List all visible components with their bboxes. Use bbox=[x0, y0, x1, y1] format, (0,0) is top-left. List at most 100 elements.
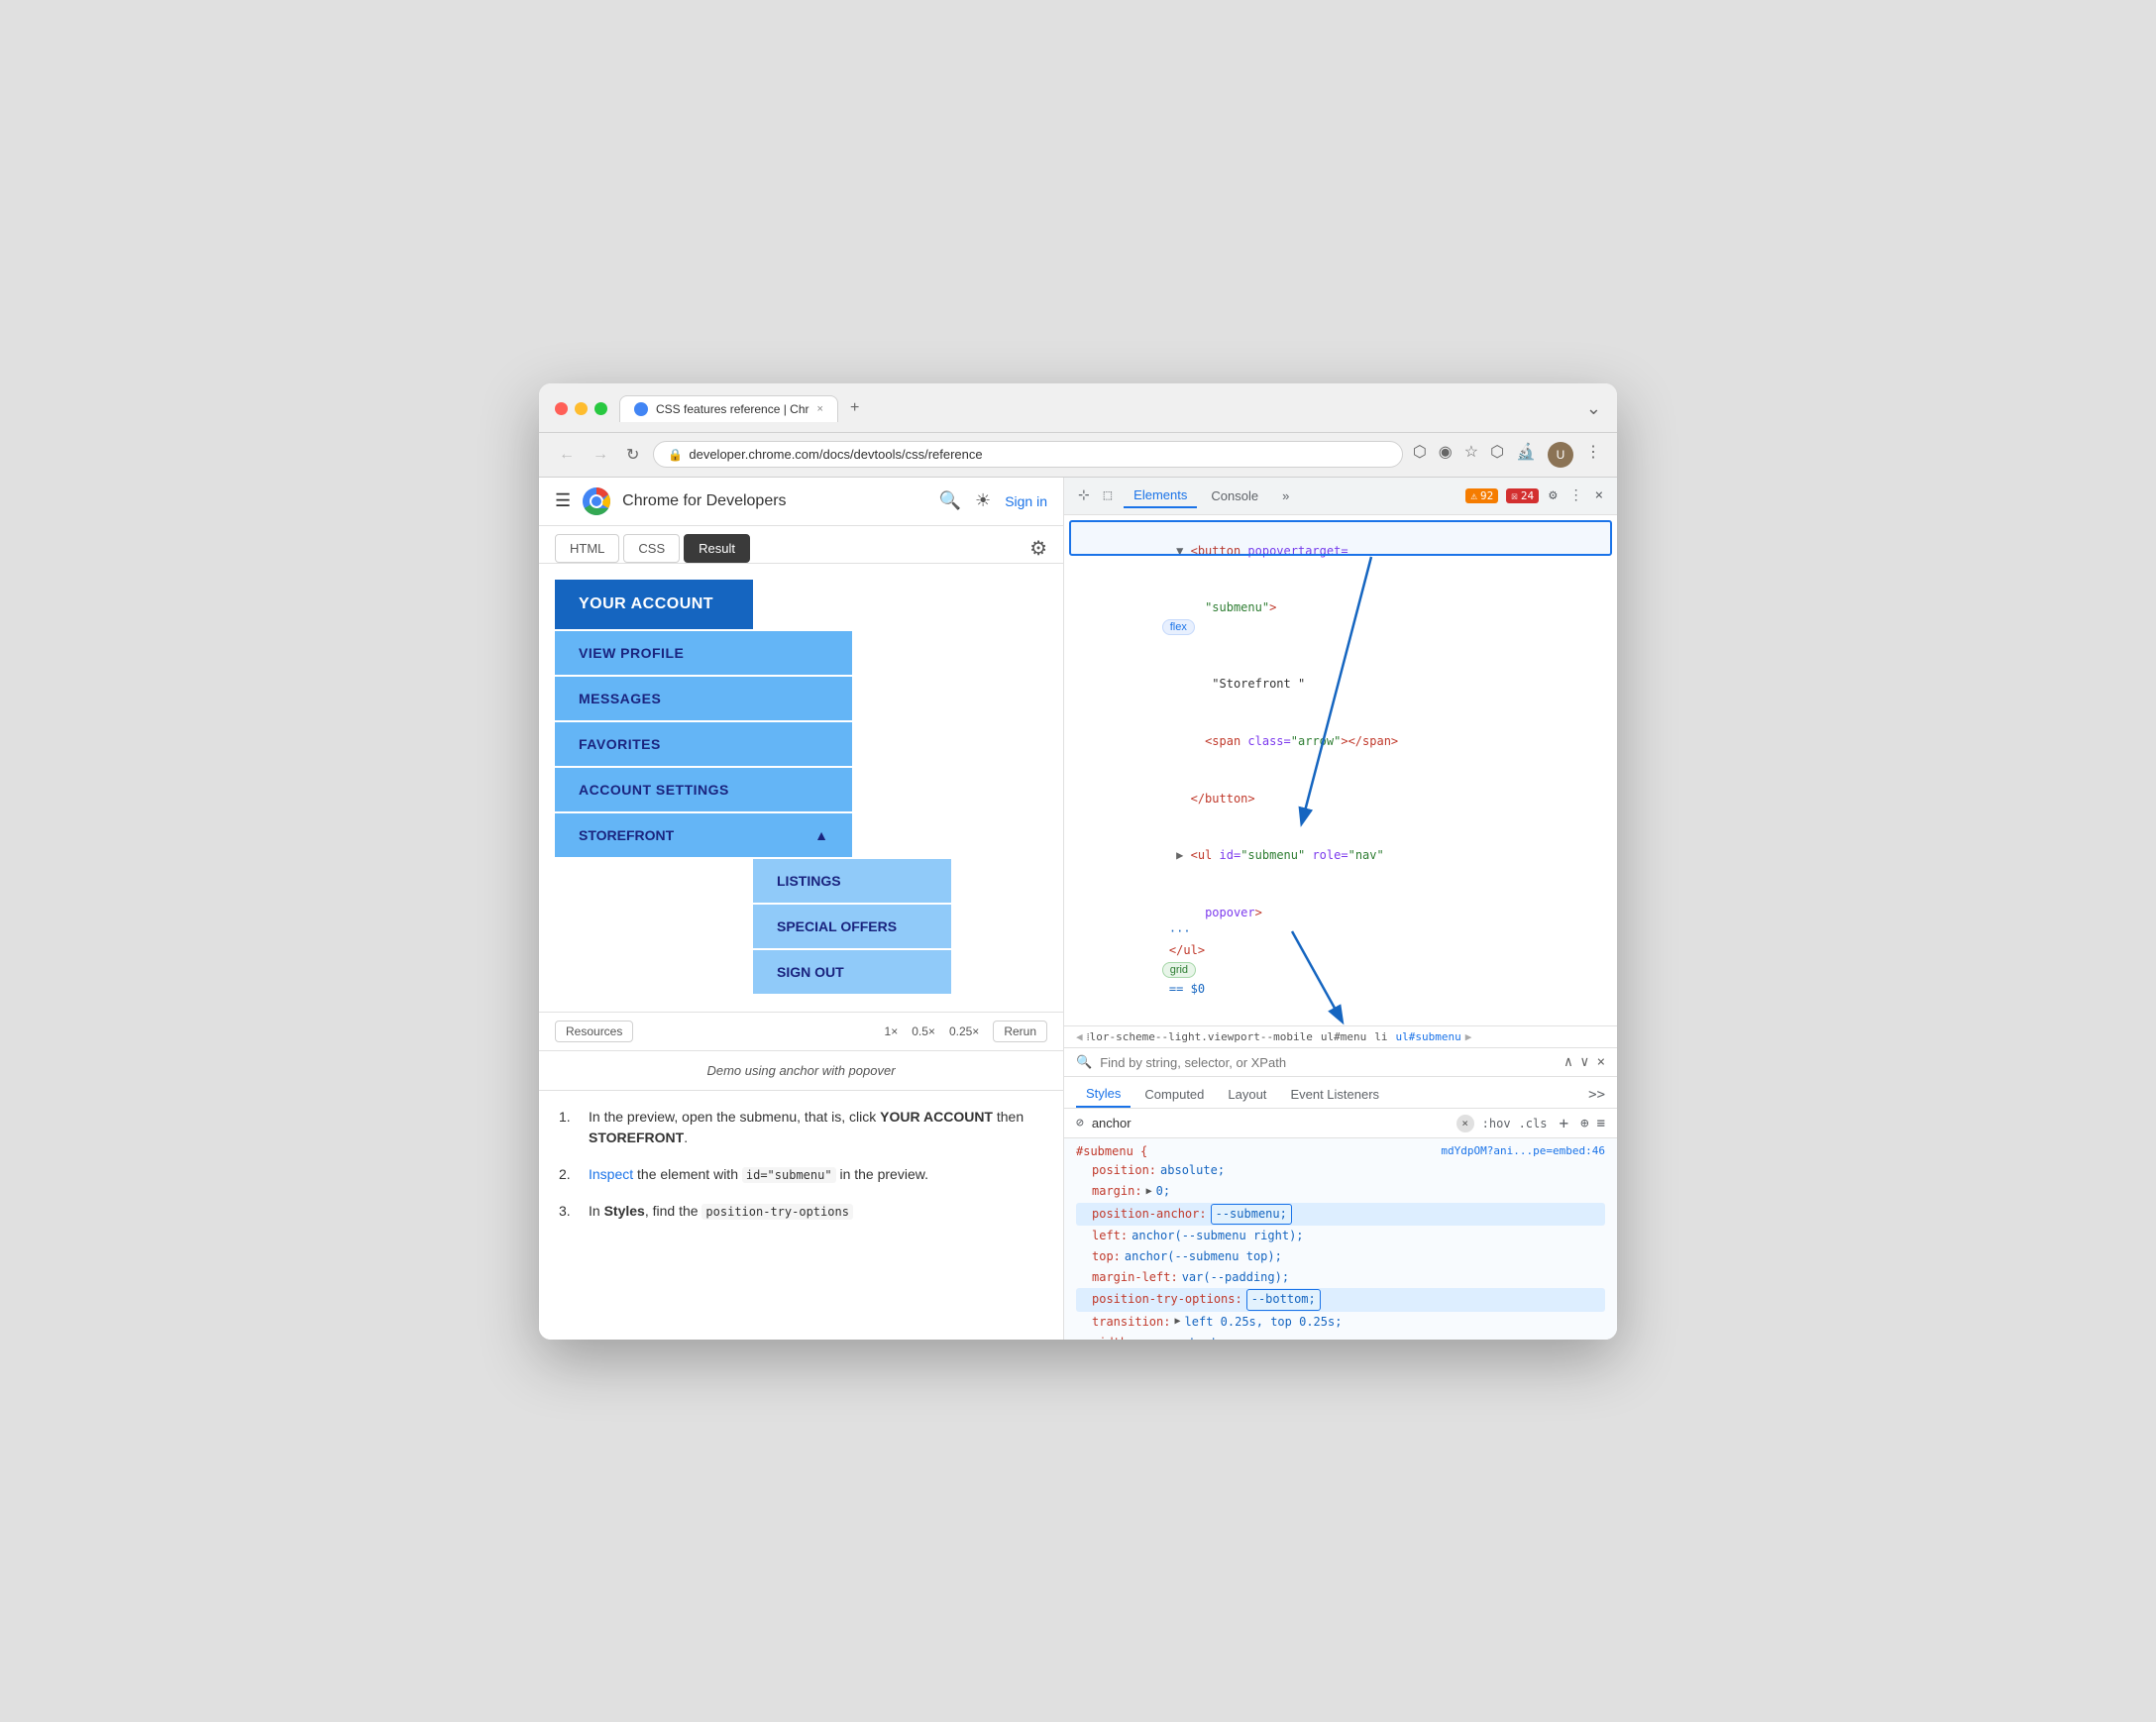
listings-item[interactable]: LISTINGS bbox=[753, 859, 951, 903]
active-tab[interactable]: CSS features reference | Chr × bbox=[619, 395, 838, 422]
tab-bar: CSS features reference | Chr × + bbox=[619, 395, 867, 422]
bookmark-icon[interactable]: ☆ bbox=[1464, 442, 1478, 468]
minimize-window-button[interactable] bbox=[575, 402, 588, 415]
new-tab-button[interactable]: + bbox=[842, 395, 867, 421]
warning-icon: ⚠ bbox=[1470, 489, 1477, 502]
zoom-025x[interactable]: 0.25× bbox=[949, 1024, 979, 1038]
resources-button[interactable]: Resources bbox=[555, 1021, 633, 1042]
error-icon: ☒ bbox=[1511, 489, 1518, 502]
css-prop-width: width: max-content; bbox=[1076, 1333, 1605, 1340]
element-line-6: popover> ··· </ul> grid == $0 bbox=[1076, 884, 1605, 1018]
devtools-toolbar: ⊹ ⬚ Elements Console » ⚠ 92 ☒ 24 bbox=[1064, 478, 1617, 515]
account-settings-item[interactable]: ACCOUNT SETTINGS bbox=[555, 768, 852, 811]
breadcrumb-bar: ◀ ⁞lor-scheme--light.viewport--mobile ul… bbox=[1064, 1026, 1617, 1048]
layout-tab[interactable]: Layout bbox=[1218, 1082, 1276, 1107]
element-line-1b: "submenu"> flex bbox=[1076, 580, 1605, 656]
cast-icon[interactable]: ⬡ bbox=[1413, 442, 1427, 468]
chrome-logo bbox=[583, 487, 610, 515]
elements-tab[interactable]: Elements bbox=[1124, 484, 1197, 508]
breadcrumb-left-arrow: ◀ bbox=[1076, 1030, 1083, 1043]
styles-tab[interactable]: Styles bbox=[1076, 1081, 1131, 1108]
tab-close-button[interactable]: × bbox=[817, 403, 823, 415]
css-cls-button[interactable]: .cls bbox=[1519, 1117, 1548, 1130]
zoom-05x[interactable]: 0.5× bbox=[912, 1024, 935, 1038]
devtools-settings-icon[interactable]: ⚙ bbox=[1547, 485, 1559, 505]
extension-icon[interactable]: ⬡ bbox=[1490, 442, 1504, 468]
position-anchor-value: --submenu; bbox=[1211, 1204, 1292, 1225]
filter-up-icon[interactable]: ∧ bbox=[1564, 1054, 1572, 1070]
console-tab[interactable]: Console bbox=[1201, 484, 1268, 507]
lock-icon: 🔒 bbox=[668, 448, 683, 462]
sign-in-button[interactable]: Sign in bbox=[1005, 493, 1047, 509]
grid-chip: grid bbox=[1162, 962, 1196, 978]
tab-css[interactable]: CSS bbox=[623, 534, 680, 563]
filter-search-icon: 🔍 bbox=[1076, 1055, 1092, 1070]
css-prop-top: top: anchor(--submenu top); bbox=[1076, 1246, 1605, 1267]
css-prop-margin: margin: ▶ 0; bbox=[1076, 1181, 1605, 1202]
css-add-button[interactable]: + bbox=[1555, 1114, 1572, 1132]
storefront-arrow-icon: ▲ bbox=[814, 827, 828, 843]
cursor-tool-icon[interactable]: ⊹ bbox=[1076, 485, 1092, 505]
more-tabs-button[interactable]: » bbox=[1272, 484, 1299, 507]
devtools-close-icon[interactable]: × bbox=[1593, 485, 1605, 505]
devtools-more-icon[interactable]: ⋮ bbox=[1567, 485, 1585, 505]
breadcrumb-item-2[interactable]: ul#menu bbox=[1321, 1030, 1366, 1043]
special-offers-item[interactable]: SPECIAL OFFERS bbox=[753, 905, 951, 948]
address-input[interactable]: 🔒 developer.chrome.com/docs/devtools/css… bbox=[653, 441, 1402, 468]
css-prop-left: left: anchor(--submenu right); bbox=[1076, 1226, 1605, 1246]
breadcrumb-item-3[interactable]: li bbox=[1374, 1030, 1387, 1043]
tab-result[interactable]: Result bbox=[684, 534, 750, 563]
devtools-tabs: Elements Console » bbox=[1124, 484, 1299, 508]
styles-more-button[interactable]: >> bbox=[1588, 1087, 1605, 1103]
main-content: ☰ Chrome for Developers 🔍 ☀ Sign i bbox=[539, 478, 1617, 1340]
filter-down-icon[interactable]: ∨ bbox=[1580, 1054, 1588, 1070]
hamburger-menu-icon[interactable]: ☰ bbox=[555, 490, 571, 511]
more-icon[interactable]: ⋮ bbox=[1585, 442, 1601, 468]
favorites-item[interactable]: FAVORITES bbox=[555, 722, 852, 766]
messages-item[interactable]: MESSAGES bbox=[555, 677, 852, 720]
filter-close-icon[interactable]: × bbox=[1597, 1054, 1605, 1070]
sign-out-item[interactable]: SIGN OUT bbox=[753, 950, 951, 994]
close-window-button[interactable] bbox=[555, 402, 568, 415]
labs-icon[interactable]: 🔬 bbox=[1516, 442, 1536, 468]
refresh-button[interactable]: ↻ bbox=[622, 441, 643, 469]
theme-icon[interactable]: ☀ bbox=[975, 490, 991, 511]
camera-off-icon[interactable]: ◉ bbox=[1439, 442, 1453, 468]
chevron-down-icon[interactable]: ⌄ bbox=[1586, 398, 1601, 419]
css-prop-position-try: position-try-options: --bottom; bbox=[1076, 1288, 1605, 1311]
rerun-button[interactable]: Rerun bbox=[993, 1021, 1047, 1042]
event-listeners-tab[interactable]: Event Listeners bbox=[1280, 1082, 1389, 1107]
profile-avatar[interactable]: U bbox=[1548, 442, 1573, 468]
maximize-window-button[interactable] bbox=[594, 402, 607, 415]
css-pseudo-button[interactable]: :hov bbox=[1482, 1117, 1511, 1130]
steps-area: 1. In the preview, open the submenu, tha… bbox=[539, 1091, 1063, 1253]
inspect-tool-icon[interactable]: ⬚ bbox=[1102, 485, 1114, 505]
settings-preview-icon[interactable]: ⚙ bbox=[1029, 536, 1047, 561]
breadcrumb-item-1[interactable]: ⁞lor-scheme--light.viewport--mobile bbox=[1087, 1030, 1313, 1043]
devtools-tab-right: ⚠ 92 ☒ 24 ⚙ ⋮ × bbox=[1465, 485, 1605, 505]
chrome-title: Chrome for Developers bbox=[622, 492, 786, 510]
back-button[interactable]: ← bbox=[555, 442, 579, 468]
step-1: 1. In the preview, open the submenu, tha… bbox=[559, 1107, 1043, 1148]
breadcrumb-item-4[interactable]: ul#submenu bbox=[1395, 1030, 1460, 1043]
storefront-item[interactable]: STOREFRONT ▲ bbox=[555, 813, 852, 857]
chrome-header-right: 🔍 ☀ Sign in bbox=[939, 490, 1047, 511]
computed-tab[interactable]: Computed bbox=[1134, 1082, 1214, 1107]
warning-badge: ⚠ 92 bbox=[1465, 488, 1498, 503]
forward-button[interactable]: → bbox=[589, 442, 612, 468]
inspect-link[interactable]: Inspect bbox=[589, 1166, 633, 1182]
step-1-text: In the preview, open the submenu, that i… bbox=[589, 1107, 1043, 1148]
url-text: developer.chrome.com/docs/devtools/css/r… bbox=[689, 447, 982, 462]
elements-area-wrapper: ▼ <button popovertarget= "submenu"> flex… bbox=[1064, 515, 1617, 1027]
search-icon[interactable]: 🔍 bbox=[939, 490, 961, 511]
css-clear-button[interactable]: × bbox=[1456, 1115, 1474, 1132]
your-account-button[interactable]: YOUR ACCOUNT bbox=[555, 580, 753, 629]
filter-input[interactable] bbox=[1100, 1055, 1557, 1070]
css-icon-1[interactable]: ⊕ bbox=[1580, 1116, 1588, 1131]
tab-html[interactable]: HTML bbox=[555, 534, 619, 563]
view-profile-item[interactable]: VIEW PROFILE bbox=[555, 631, 852, 675]
zoom-1x[interactable]: 1× bbox=[885, 1024, 899, 1038]
css-prop-position-anchor: position-anchor: --submenu; bbox=[1076, 1203, 1605, 1226]
css-icon-2[interactable]: ≡ bbox=[1597, 1116, 1605, 1131]
css-prop-transition: transition: ▶ left 0.25s, top 0.25s; bbox=[1076, 1312, 1605, 1333]
